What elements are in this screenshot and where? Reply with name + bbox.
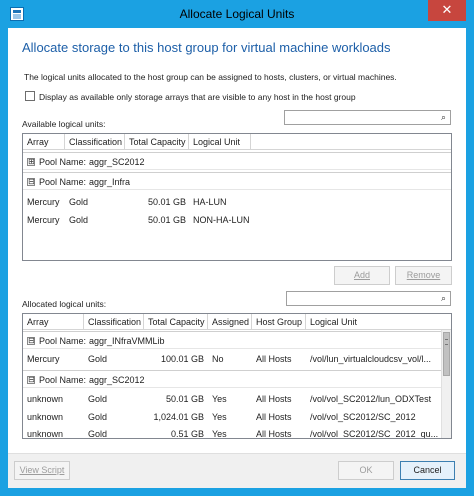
cell-array: unknown <box>27 394 64 404</box>
column-header-classification[interactable]: Classification <box>84 314 144 330</box>
close-button[interactable]: ✕ <box>428 0 466 21</box>
vertical-scrollbar[interactable] <box>441 330 451 438</box>
pool-name: aggr_Infra <box>89 177 131 187</box>
table-row[interactable]: unknown Gold 1,024.01 GB Yes All Hosts /… <box>23 408 441 426</box>
visible-arrays-checkbox[interactable] <box>25 91 35 101</box>
table-row[interactable]: unknown Gold 0.51 GB Yes All Hosts /vol/… <box>23 425 441 439</box>
cell-host-group: All Hosts <box>256 354 292 364</box>
view-script-label: View Script <box>19 465 65 475</box>
available-units-label: Available logical units: <box>22 119 106 129</box>
search-icon: ⌕ <box>440 293 446 303</box>
add-button[interactable]: Add <box>334 266 390 285</box>
pool-group-row[interactable]: ⊟ Pool Name: aggr_Infra <box>23 172 451 190</box>
collapse-icon[interactable]: ⊟ <box>27 337 35 345</box>
available-grid-header: Array Classification Total Capacity Logi… <box>23 134 451 150</box>
dialog-client: Allocate storage to this host group for … <box>8 28 466 488</box>
column-header-host-group[interactable]: Host Group <box>252 314 306 330</box>
cell-logical-unit: /vol/vol_SC2012/SC_2012_qu... <box>310 429 439 439</box>
table-row[interactable]: Mercury Gold 50.01 GB HA-LUN <box>23 193 451 211</box>
pool-name-prefix: Pool Name: <box>39 375 87 385</box>
cell-array: unknown <box>27 429 64 439</box>
cell-classification: Gold <box>88 394 108 404</box>
cell-capacity: 50.01 GB <box>165 394 204 404</box>
cell-classification: Gold <box>88 429 108 439</box>
cell-assigned: Yes <box>212 412 227 422</box>
cell-assigned: No <box>212 354 224 364</box>
cell-assigned: Yes <box>212 429 227 439</box>
pool-name: aggr_SC2012 <box>89 375 145 385</box>
search-icon: ⌕ <box>440 112 446 122</box>
column-header-classification[interactable]: Classification <box>65 134 125 150</box>
title-bar: Allocate Logical Units ✕ <box>0 0 474 28</box>
cell-logical-unit: /vol/vol_SC2012/SC_2012 <box>310 412 416 422</box>
dialog-window: Allocate Logical Units ✕ Allocate storag… <box>0 0 474 496</box>
column-header-array[interactable]: Array <box>23 314 84 330</box>
view-script-button[interactable]: View Script <box>14 461 70 480</box>
table-row[interactable]: unknown Gold 50.01 GB Yes All Hosts /vol… <box>23 390 441 408</box>
allocated-units-label: Allocated logical units: <box>22 299 107 309</box>
table-row[interactable]: Mercury Gold 100.01 GB No All Hosts /vol… <box>23 350 441 368</box>
description-text: The logical units allocated to the host … <box>24 72 397 82</box>
column-header-array[interactable]: Array <box>23 134 65 150</box>
collapse-icon[interactable]: ⊟ <box>27 376 35 384</box>
cell-logical-unit: /vol/vol_SC2012/lun_ODXTest <box>310 394 432 404</box>
cell-host-group: All Hosts <box>256 394 292 404</box>
pool-name-prefix: Pool Name: <box>39 177 87 187</box>
cell-capacity: 50.01 GB <box>147 197 186 207</box>
column-header-total-capacity[interactable]: Total Capacity <box>144 314 208 330</box>
column-header-logical-unit[interactable]: Logical Unit <box>306 314 451 330</box>
available-units-grid: Array Classification Total Capacity Logi… <box>22 133 452 261</box>
cell-classification: Gold <box>69 215 89 225</box>
column-header-total-capacity[interactable]: Total Capacity <box>125 134 189 150</box>
cell-array: Mercury <box>27 354 60 364</box>
cell-classification: Gold <box>88 354 108 364</box>
cell-logical-unit: NON-HA-LUN <box>193 215 250 225</box>
ok-button[interactable]: OK <box>338 461 394 480</box>
remove-button[interactable]: Remove <box>395 266 452 285</box>
expand-icon[interactable]: ⊞ <box>27 158 35 166</box>
cell-capacity: 100.01 GB <box>160 354 204 364</box>
table-row[interactable]: Mercury Gold 50.01 GB NON-HA-LUN <box>23 211 451 229</box>
cell-classification: Gold <box>69 197 89 207</box>
allocated-search-input[interactable]: ⌕ <box>286 291 451 306</box>
page-title: Allocate storage to this host group for … <box>22 40 391 55</box>
pool-name: aggr_INfraVMMLib <box>89 336 165 346</box>
cell-host-group: All Hosts <box>256 429 292 439</box>
pool-name-prefix: Pool Name: <box>39 336 87 346</box>
pool-name: aggr_SC2012 <box>89 157 145 167</box>
cell-host-group: All Hosts <box>256 412 292 422</box>
pool-name-prefix: Pool Name: <box>39 157 87 167</box>
cell-array: unknown <box>27 412 64 422</box>
available-search-input[interactable]: ⌕ <box>284 110 451 125</box>
allocated-units-grid: Array Classification Total Capacity Assi… <box>22 313 452 439</box>
cancel-button[interactable]: Cancel <box>400 461 455 480</box>
pool-group-row[interactable]: ⊟ Pool Name: aggr_INfraVMMLib <box>23 331 441 349</box>
cell-assigned: Yes <box>212 394 227 404</box>
column-header-logical-unit[interactable]: Logical Unit <box>189 134 251 150</box>
remove-button-label: Remove <box>406 270 441 280</box>
dialog-footer: View Script OK Cancel <box>8 453 466 488</box>
cell-logical-unit: /vol/lun_virtualcloudcsv_vol/l... <box>310 354 432 364</box>
allocated-grid-header: Array Classification Total Capacity Assi… <box>23 314 451 330</box>
cell-classification: Gold <box>88 412 108 422</box>
pool-group-row[interactable]: ⊟ Pool Name: aggr_SC2012 <box>23 370 441 388</box>
cell-capacity: 0.51 GB <box>170 429 204 439</box>
pool-group-row[interactable]: ⊞ Pool Name: aggr_SC2012 <box>23 152 451 170</box>
window-title: Allocate Logical Units <box>179 7 295 21</box>
add-button-label: Add <box>353 270 370 280</box>
cell-capacity: 50.01 GB <box>147 215 186 225</box>
cell-array: Mercury <box>27 197 60 207</box>
column-header-assigned[interactable]: Assigned <box>208 314 252 330</box>
scrollbar-thumb[interactable] <box>443 332 450 376</box>
collapse-icon[interactable]: ⊟ <box>27 178 35 186</box>
visible-arrays-label[interactable]: Display as available only storage arrays… <box>39 92 356 102</box>
cell-logical-unit: HA-LUN <box>193 197 227 207</box>
cell-capacity: 1,024.01 GB <box>153 412 204 422</box>
cell-array: Mercury <box>27 215 60 225</box>
